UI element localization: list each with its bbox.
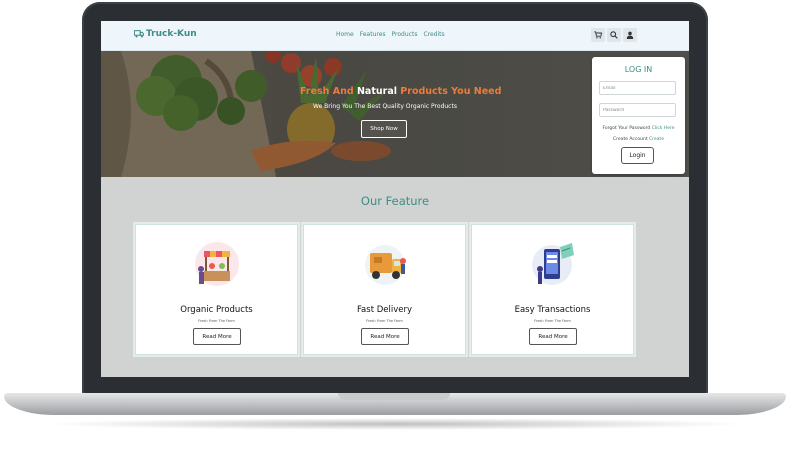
create-account-link[interactable]: Create — [649, 137, 664, 142]
shop-now-button[interactable]: Shop Now — [361, 120, 407, 138]
hero-subtitle: We Bring You The Best Quality Organic Pr… — [313, 103, 457, 110]
laptop-shadow — [40, 418, 750, 430]
nav-link-products[interactable]: Products — [392, 31, 418, 38]
nav-link-home[interactable]: Home — [336, 31, 354, 38]
feature-card-transactions: Easy Transactions Fresh From The Farm Re… — [471, 224, 634, 355]
delivery-truck-icon — [365, 245, 406, 285]
nav-link-credits[interactable]: Credits — [423, 31, 444, 38]
nav-links: Home Features Products Credits — [336, 31, 445, 38]
create-account-label: Create Account — [613, 137, 650, 142]
hero-title-part2: Natural — [356, 86, 397, 97]
nav-icons — [591, 28, 637, 42]
login-card: LOG IN Forgot Your Password Click Here C… — [592, 57, 685, 174]
feature-card-delivery: Fast Delivery Fresh From The Farm Read M… — [303, 224, 466, 355]
navbar: Truck-Kun Home Features Products Credits — [101, 21, 689, 51]
brand-name: Truck-Kun — [146, 29, 197, 39]
login-button[interactable]: Login — [621, 147, 654, 164]
search-button[interactable] — [607, 28, 621, 42]
password-field[interactable] — [599, 103, 676, 117]
feature-name: Fast Delivery — [356, 305, 413, 315]
feature-subtitle: Fresh From The Farm — [366, 319, 403, 323]
cart-icon — [594, 31, 602, 39]
nav-link-features[interactable]: Features — [360, 31, 386, 38]
forgot-password-text: Forgot Your Password Click Here — [592, 126, 685, 131]
read-more-button[interactable]: Read More — [193, 328, 241, 345]
cart-button[interactable] — [591, 28, 605, 42]
brand-logo[interactable]: Truck-Kun — [134, 29, 197, 39]
truck-icon — [134, 30, 144, 38]
laptop-notch — [338, 393, 450, 400]
features-title: Our Feature — [360, 194, 430, 208]
website-screen: Truck-Kun Home Features Products Credits — [101, 21, 689, 377]
hero-title-part1: Fresh And — [300, 86, 357, 97]
user-icon — [626, 31, 634, 39]
market-stall-icon — [195, 242, 239, 286]
feature-subtitle: Fresh From The Farm — [534, 319, 571, 323]
read-more-button[interactable]: Read More — [361, 328, 409, 345]
mobile-payment-icon — [532, 243, 574, 285]
search-icon — [610, 31, 618, 39]
feature-name: Easy Transactions — [514, 305, 591, 315]
feature-card-organic: Organic Products Fresh From The Farm Rea… — [135, 224, 298, 355]
forgot-password-label: Forgot Your Password — [602, 126, 652, 131]
hero-title-part3: Products You Need — [397, 86, 502, 97]
forgot-password-link[interactable]: Click Here — [652, 126, 675, 131]
login-title: LOG IN — [624, 65, 653, 74]
feature-subtitle: Fresh From The Farm — [198, 319, 235, 323]
feature-name: Organic Products — [180, 305, 253, 315]
hero-title: Fresh And Natural Products You Need — [300, 86, 501, 97]
email-field[interactable] — [599, 81, 676, 95]
create-account-text: Create Account Create — [592, 137, 685, 142]
user-button[interactable] — [623, 28, 637, 42]
read-more-button[interactable]: Read More — [529, 328, 577, 345]
